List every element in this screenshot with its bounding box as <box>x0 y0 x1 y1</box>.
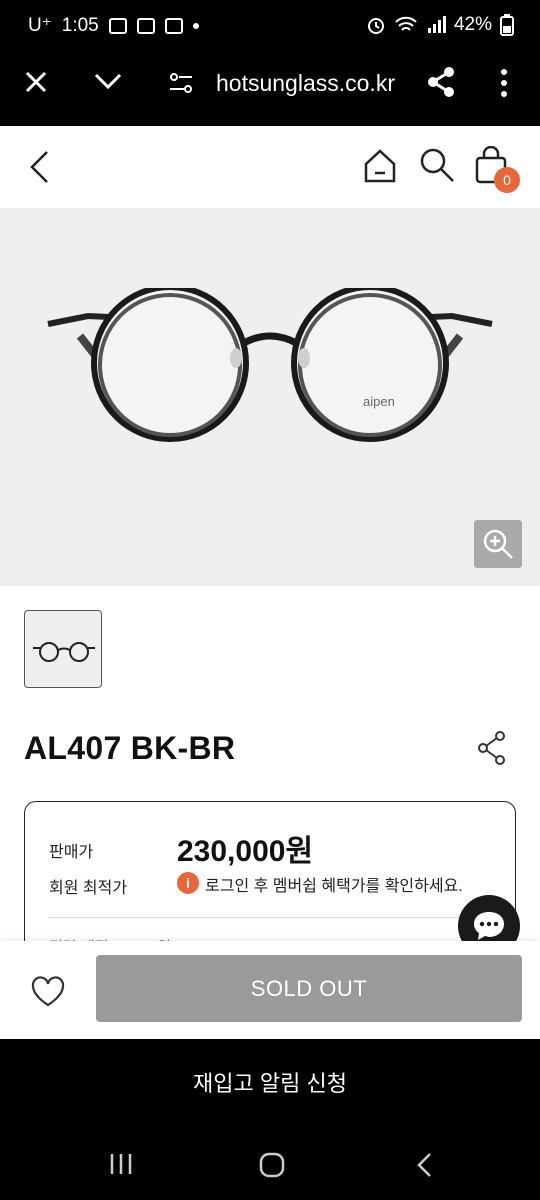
alarm-icon <box>367 18 384 34</box>
carrier-label: U⁺ <box>28 15 52 36</box>
recent-apps-icon[interactable] <box>108 1151 134 1177</box>
restock-alert-button[interactable]: 재입고 알림 신청 <box>0 1039 540 1129</box>
brand-mark: aipen <box>363 394 395 409</box>
chevron-down-icon[interactable] <box>94 72 122 90</box>
info-icon: i <box>177 872 199 894</box>
home-nav-icon[interactable] <box>258 1151 286 1179</box>
site-header <box>0 126 540 208</box>
thumbnail-glasses-image <box>33 642 95 662</box>
search-icon[interactable] <box>418 146 456 184</box>
share-icon[interactable] <box>426 66 456 98</box>
cart-count-badge: 0 <box>494 167 520 193</box>
site-settings-icon[interactable] <box>168 70 194 96</box>
back-nav-icon[interactable] <box>414 1151 434 1179</box>
heart-icon[interactable] <box>30 976 66 1008</box>
back-icon[interactable] <box>28 150 50 184</box>
member-price-notice[interactable]: 로그인 후 멤버쉽 혜택가를 확인하세요. <box>205 872 463 896</box>
battery-level: 42% <box>453 14 492 35</box>
clock: 1:05 <box>61 14 99 36</box>
product-thumbnail[interactable] <box>24 610 102 688</box>
battery-icon <box>500 14 514 36</box>
product-image[interactable]: aipen <box>0 208 540 586</box>
zoom-button[interactable] <box>474 520 522 568</box>
share-icon[interactable] <box>476 730 508 766</box>
sale-price-label: 판매가 <box>49 844 94 861</box>
address-bar-url[interactable]: hotsunglass.co.kr <box>216 70 395 97</box>
app-icon <box>164 17 183 34</box>
sale-price: 230,000원 <box>177 835 314 868</box>
image-icon <box>136 17 155 34</box>
chat-bubble-icon <box>474 912 504 940</box>
sold-out-button[interactable]: SOLD OUT <box>96 955 522 1022</box>
more-options-icon[interactable] <box>499 68 509 98</box>
status-bar: U⁺ 1:05 42% <box>0 0 540 50</box>
system-nav-bar <box>0 1129 540 1200</box>
voicemail-icon <box>108 17 127 34</box>
close-icon[interactable] <box>24 70 48 94</box>
glasses-image: aipen <box>47 288 493 442</box>
zoom-in-icon <box>483 529 513 559</box>
product-title: AL407 BK-BR <box>24 730 236 766</box>
notification-dot-icon <box>192 22 199 29</box>
divider <box>49 917 493 918</box>
signal-icon <box>427 16 446 33</box>
wifi-icon <box>395 16 417 31</box>
member-price-label: 회원 최적가 <box>49 880 128 897</box>
home-icon[interactable] <box>362 148 398 184</box>
browser-toolbar: hotsunglass.co.kr <box>0 50 540 126</box>
